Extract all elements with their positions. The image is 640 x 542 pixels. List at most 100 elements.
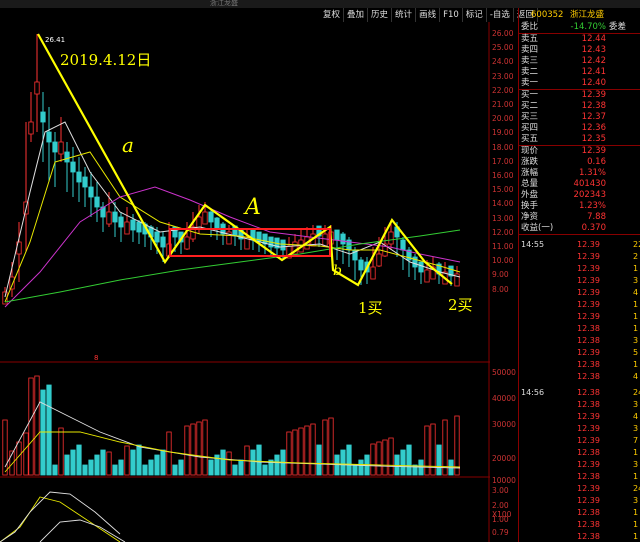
price-axis: 26.00 25.00 24.00 23.00 22.00 21.00 20.00 19.00…	[490, 22, 518, 542]
kline-chart[interactable]: 2019.4.12日 a A b 1买 2买 26.41 8	[0, 22, 490, 542]
tick-row: 12.38 1	[519, 507, 640, 518]
quote-label: 收益(一)	[521, 223, 554, 233]
date-annotation: 2019.4.12日	[60, 51, 151, 69]
price-tick: 8.00	[492, 284, 509, 294]
peak-price-label: 26.41	[45, 36, 65, 44]
tick-volume: 1	[633, 448, 639, 457]
tick-time: 14:56	[521, 388, 545, 397]
tick-volume: 3	[633, 460, 639, 469]
candle-body	[70, 161, 76, 173]
volume-bar	[454, 415, 460, 476]
toolbar-button[interactable]: -自选	[487, 8, 514, 22]
candle-body	[40, 111, 46, 123]
indicator-tick: 2.00	[492, 501, 509, 510]
candle-body	[82, 176, 88, 188]
toolbar-button[interactable]: 画线	[416, 8, 441, 22]
candle-body	[64, 151, 70, 163]
toolbar-button[interactable]: 复权	[320, 8, 345, 22]
tick-price: 12.39	[577, 276, 600, 285]
quote-label: 买五	[521, 134, 539, 144]
quote-label: 现价	[521, 146, 539, 156]
low-marker: 8	[94, 354, 98, 362]
volume-bar	[23, 432, 29, 476]
indicator-tick: 0.79	[492, 528, 509, 537]
toolbar-button[interactable]: 历史	[368, 8, 393, 22]
tick-row: 12.38 4	[519, 371, 640, 382]
candle-body	[214, 217, 220, 229]
tick-row: 12.38 1	[519, 447, 640, 458]
quote-row: 卖三 12.42	[519, 56, 640, 67]
tick-row: 12.39 1	[519, 263, 640, 274]
volume-bar	[124, 445, 130, 476]
indicator-line	[39, 519, 126, 542]
candle-body	[76, 171, 82, 183]
indicator-tick: 3.00	[492, 486, 509, 495]
price-tick: 13.00	[492, 213, 514, 223]
tick-price: 12.38	[577, 532, 600, 541]
quote-value: 12.44	[581, 34, 606, 44]
quote-row: 换手 1.23%	[519, 201, 640, 212]
volume-bar	[436, 444, 442, 476]
price-tick: 23.00	[492, 71, 514, 81]
tick-price: 12.39	[577, 312, 600, 321]
volume-tick: 30000	[492, 420, 516, 429]
candle-body	[106, 211, 112, 225]
toolbar-button[interactable]: F10	[440, 8, 463, 22]
quote-row: 买三 12.37	[519, 112, 640, 123]
tick-price: 12.39	[577, 264, 600, 273]
volume-bar	[352, 464, 358, 476]
tick-volume: 3	[633, 496, 639, 505]
price-tick: 17.00	[492, 156, 514, 166]
candle-body	[322, 233, 328, 247]
candle-body	[58, 141, 64, 155]
indicator-tick: 1.00	[492, 515, 509, 524]
tick-row: 12.39 3	[519, 459, 640, 470]
volume-bar	[388, 437, 394, 476]
volume-tick: 40000	[492, 394, 516, 403]
candle-body	[52, 141, 58, 153]
quote-value: 12.41	[581, 67, 606, 77]
toolbar-button[interactable]: 统计	[392, 8, 417, 22]
tick-row: 12.39 1	[519, 299, 640, 310]
tick-volume: 22	[633, 240, 640, 249]
toolbar-button[interactable]: 标记	[463, 8, 487, 22]
volume-bar	[184, 425, 190, 476]
tick-price: 12.38	[577, 472, 600, 481]
tick-row: 12.39 3	[519, 495, 640, 506]
quote-value: 12.35	[581, 134, 606, 144]
tick-volume: 1	[633, 520, 639, 529]
volume-bar	[232, 464, 238, 476]
quote-row: 买五 12.35	[519, 134, 640, 145]
candle-body	[280, 239, 286, 251]
quote-label: 总量	[521, 179, 539, 189]
volume-bar	[154, 454, 160, 476]
volume-bar	[304, 425, 310, 476]
volume-bar	[58, 427, 64, 476]
volume-bar	[88, 459, 94, 476]
tick-price: 12.38	[577, 400, 600, 409]
tick-volume: 7	[633, 436, 639, 445]
toolbar-button[interactable]: 叠加	[344, 8, 369, 22]
wave-b-label: b	[333, 263, 342, 279]
volume-bar	[376, 441, 382, 476]
quote-panel: 委比 -14.70% 委差 卖五 12.44 卖四 12.43 卖三 12.42 卖二 12.41 卖…	[518, 8, 640, 542]
volume-bar	[322, 419, 328, 476]
volume-bar	[94, 454, 100, 476]
tick-row: 14:55 12.39 22	[519, 239, 640, 250]
tick-row: 12.39 7	[519, 435, 640, 446]
quote-value: 12.40	[581, 78, 606, 88]
tick-volume: 4	[633, 412, 639, 421]
candle-body	[154, 231, 160, 243]
tick-volume: 1	[633, 300, 639, 309]
quote-value: 12.38	[581, 101, 606, 111]
tick-row: 14:56 12.38 24	[519, 387, 640, 398]
volume-bar	[274, 454, 280, 476]
tick-volume: 1	[633, 312, 639, 321]
quote-value: 12.37	[581, 112, 606, 122]
volume-bar	[16, 441, 22, 476]
volume-bar	[160, 449, 166, 476]
tick-row: 12.39 3	[519, 423, 640, 434]
volume-bar	[238, 459, 244, 476]
tick-price: 12.38	[577, 388, 600, 397]
candle-body	[88, 186, 94, 198]
